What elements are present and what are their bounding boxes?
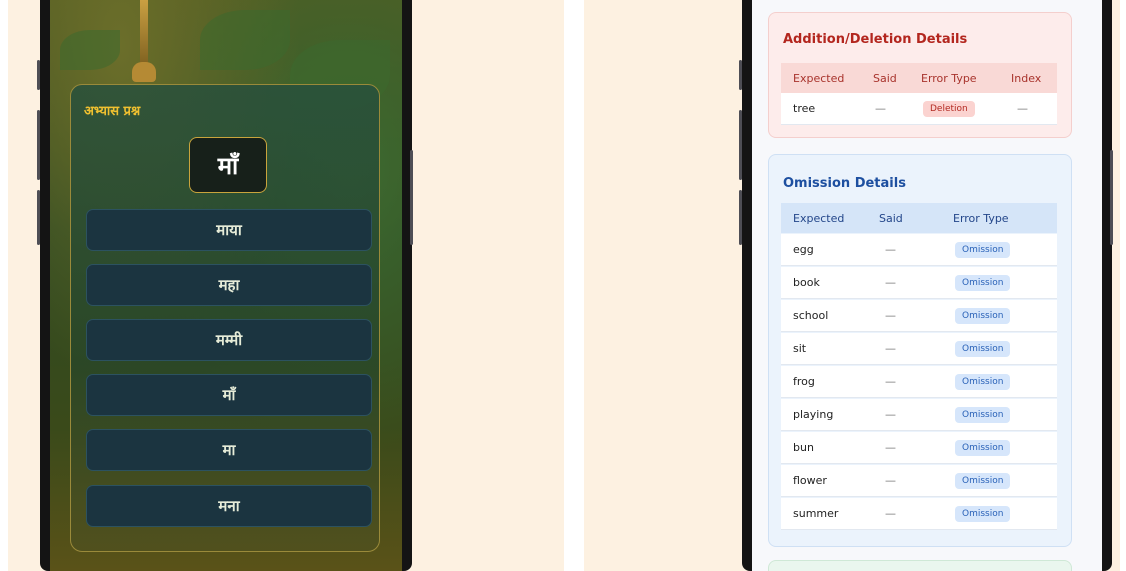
cell-said: — <box>885 276 896 289</box>
quiz-screen: अभ्यास प्रश्न माँ माया महा मम्मी माँ मा … <box>50 0 402 571</box>
volume-button <box>739 110 742 180</box>
next-section-card <box>768 560 1072 571</box>
leaf-decoration <box>60 30 120 70</box>
omission-badge: Omission <box>955 505 1011 522</box>
table-row: sit — Omission <box>781 333 1057 365</box>
cell-expected: summer <box>793 507 839 520</box>
table-header: Expected Said Error Type Index <box>781 63 1057 93</box>
cell-said: — <box>885 408 896 421</box>
table-row: egg — Omission <box>781 234 1057 266</box>
cell-expected: school <box>793 309 829 322</box>
addition-deletion-title: Addition/Deletion Details <box>783 32 968 47</box>
table-row: bun — Omission <box>781 432 1057 464</box>
side-button <box>410 150 413 245</box>
header-expected: Expected <box>793 71 845 85</box>
deletion-badge: Deletion <box>923 100 975 117</box>
side-button <box>1110 150 1113 245</box>
prompt-letter: माँ <box>189 137 267 193</box>
header-error-type: Error Type <box>953 211 1009 225</box>
phone-left: अभ्यास प्रश्न माँ माया महा मम्मी माँ मा … <box>40 0 412 571</box>
answer-option[interactable]: मम्मी <box>86 319 372 361</box>
omission-badge: Omission <box>955 373 1011 390</box>
cell-expected: book <box>793 276 820 289</box>
cell-said: — <box>885 441 896 454</box>
power-button <box>739 190 742 245</box>
omission-title: Omission Details <box>783 176 906 191</box>
power-button <box>37 190 40 245</box>
cell-expected: egg <box>793 243 814 256</box>
cell-said: — <box>875 102 886 115</box>
table-row: playing — Omission <box>781 399 1057 431</box>
cell-expected: frog <box>793 375 815 388</box>
answer-option[interactable]: मा <box>86 429 372 471</box>
cell-expected: flower <box>793 474 827 487</box>
header-said: Said <box>873 71 897 85</box>
cell-index: — <box>1017 102 1028 115</box>
table-header: Expected Said Error Type <box>781 203 1057 233</box>
bell-rope <box>140 0 148 70</box>
answer-option[interactable]: माया <box>86 209 372 251</box>
answer-option[interactable]: महा <box>86 264 372 306</box>
cell-expected: playing <box>793 408 834 421</box>
table-row: summer — Omission <box>781 498 1057 530</box>
table-row: frog — Omission <box>781 366 1057 398</box>
phone-right: Addition/Deletion Details Expected Said … <box>742 0 1112 571</box>
bell-icon <box>132 62 156 82</box>
cell-said: — <box>885 375 896 388</box>
cell-expected: bun <box>793 441 814 454</box>
quiz-card: अभ्यास प्रश्न माँ माया महा मम्मी माँ मा … <box>70 84 380 552</box>
table-row: book — Omission <box>781 267 1057 299</box>
cell-said: — <box>885 342 896 355</box>
quiz-title: अभ्यास प्रश्न <box>84 104 141 119</box>
leaf-decoration <box>200 10 290 70</box>
cell-expected: tree <box>793 102 816 115</box>
omission-badge: Omission <box>955 340 1011 357</box>
header-index: Index <box>1011 71 1042 85</box>
cell-expected: sit <box>793 342 807 355</box>
addition-deletion-card: Addition/Deletion Details Expected Said … <box>768 12 1072 138</box>
omission-badge: Omission <box>955 307 1011 324</box>
volume-button <box>37 60 40 90</box>
answer-option[interactable]: माँ <box>86 374 372 416</box>
table-row: flower — Omission <box>781 465 1057 497</box>
report-screen: Addition/Deletion Details Expected Said … <box>752 0 1102 571</box>
cell-said: — <box>885 243 896 256</box>
omission-card: Omission Details Expected Said Error Typ… <box>768 154 1072 547</box>
table-row: school — Omission <box>781 300 1057 332</box>
cell-said: — <box>885 507 896 520</box>
omission-badge: Omission <box>955 472 1011 489</box>
cell-said: — <box>885 309 896 322</box>
omission-badge: Omission <box>955 406 1011 423</box>
header-error-type: Error Type <box>921 71 977 85</box>
cell-said: — <box>885 474 896 487</box>
omission-badge: Omission <box>955 241 1011 258</box>
omission-badge: Omission <box>955 439 1011 456</box>
table-row: tree — Deletion — <box>781 93 1057 125</box>
omission-badge: Omission <box>955 274 1011 291</box>
volume-button <box>37 110 40 180</box>
header-said: Said <box>879 211 903 225</box>
volume-button <box>739 60 742 90</box>
answer-option[interactable]: मना <box>86 485 372 527</box>
header-expected: Expected <box>793 211 845 225</box>
